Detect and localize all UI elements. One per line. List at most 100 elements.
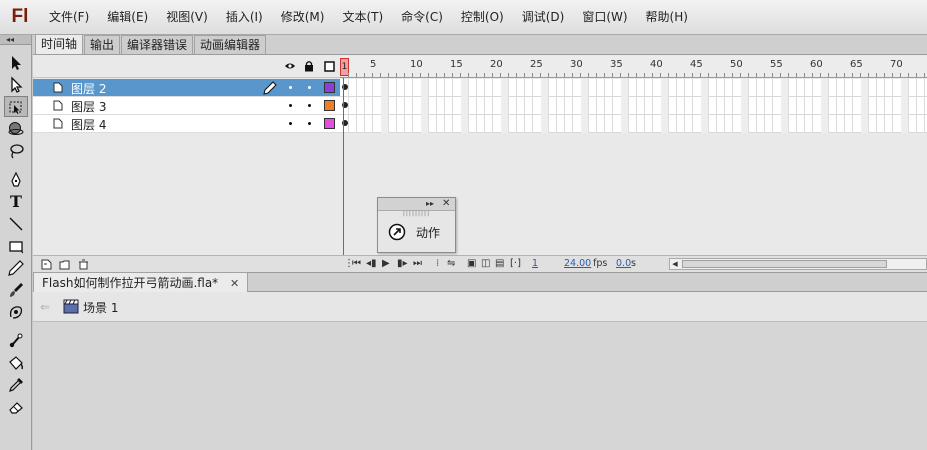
frame-cell[interactable] — [556, 97, 557, 115]
scroll-thumb[interactable] — [682, 260, 887, 268]
frame-cell[interactable] — [676, 79, 677, 97]
frame-cell[interactable] — [708, 97, 709, 115]
frame-cell[interactable] — [676, 115, 677, 133]
frame-cell[interactable] — [604, 79, 605, 97]
frame-cell[interactable] — [612, 79, 613, 97]
frame-cell[interactable] — [484, 115, 485, 133]
frame-cell[interactable] — [364, 97, 365, 115]
frame-cell[interactable] — [908, 115, 909, 133]
frame-cell[interactable] — [852, 97, 853, 115]
menu-text[interactable]: 文本(T) — [333, 0, 392, 35]
frame-cell[interactable] — [572, 97, 573, 115]
frame-cell[interactable] — [701, 79, 708, 97]
frame-cell[interactable] — [468, 79, 469, 97]
frame-cell[interactable] — [588, 97, 589, 115]
frame-cell[interactable] — [404, 115, 405, 133]
frame-cell[interactable] — [868, 79, 869, 97]
frame-cell[interactable] — [772, 115, 773, 133]
frame-cell[interactable] — [876, 115, 877, 133]
frame-cell[interactable] — [548, 97, 549, 115]
tab-motion-editor[interactable]: 动画编辑器 — [194, 35, 267, 54]
layer-color-swatch[interactable] — [324, 82, 335, 93]
frame-cell[interactable] — [892, 79, 893, 97]
frame-cell[interactable] — [532, 79, 533, 97]
frame-cell[interactable] — [421, 79, 428, 97]
frame-cell[interactable] — [724, 115, 725, 133]
frame-cell[interactable] — [364, 79, 365, 97]
frame-cell[interactable] — [901, 115, 908, 133]
frame-cell[interactable] — [541, 97, 548, 115]
actions-button[interactable]: 动作 — [378, 217, 455, 251]
frame-cell[interactable] — [796, 79, 797, 97]
outline-icon[interactable] — [323, 60, 335, 72]
frame-cell[interactable] — [796, 97, 797, 115]
frame-cell[interactable] — [892, 115, 893, 133]
frame-cell[interactable] — [564, 115, 565, 133]
frame-cell[interactable] — [436, 97, 437, 115]
frame-cell[interactable] — [461, 79, 468, 97]
frame-cell[interactable] — [741, 79, 748, 97]
frame-cell[interactable] — [828, 115, 829, 133]
frame-cell[interactable] — [844, 97, 845, 115]
frame-cell[interactable] — [916, 115, 917, 133]
frame-cell[interactable] — [516, 115, 517, 133]
frame-cell[interactable] — [581, 97, 588, 115]
frame-cell[interactable] — [741, 115, 748, 133]
frame-cell[interactable] — [621, 79, 628, 97]
frame-cell[interactable] — [532, 115, 533, 133]
frame-cell[interactable] — [692, 79, 693, 97]
frame-cell[interactable] — [372, 79, 373, 97]
frame-cell[interactable] — [788, 97, 789, 115]
frame-cell[interactable] — [924, 97, 925, 115]
frame-cell[interactable] — [668, 115, 669, 133]
frame-cell[interactable] — [644, 115, 645, 133]
frame-cell[interactable] — [516, 79, 517, 97]
selection-tool-icon[interactable] — [4, 52, 28, 73]
frame-cell[interactable] — [621, 115, 628, 133]
stage-area[interactable] — [33, 322, 927, 450]
frame-cell[interactable] — [684, 115, 685, 133]
frame-cell[interactable] — [868, 115, 869, 133]
frame-cell[interactable] — [708, 79, 709, 97]
frame-cell[interactable] — [636, 115, 637, 133]
frame-cell[interactable] — [836, 79, 837, 97]
elapsed-time-value[interactable]: 0.0 — [616, 258, 631, 269]
frame-cell[interactable] — [852, 115, 853, 133]
frame-cell[interactable] — [572, 79, 573, 97]
3d-rotation-tool-icon[interactable] — [4, 118, 28, 139]
frame-cell[interactable] — [781, 79, 788, 97]
frame-cell[interactable] — [628, 115, 629, 133]
frame-cell[interactable] — [452, 97, 453, 115]
frame-cell[interactable] — [684, 79, 685, 97]
frame-cell[interactable] — [661, 97, 668, 115]
frame-cell[interactable] — [804, 97, 805, 115]
frame-cell[interactable] — [684, 97, 685, 115]
frame-row-layer-2[interactable] — [340, 79, 927, 97]
current-frame-value[interactable]: 1 — [532, 258, 538, 269]
frame-cell[interactable] — [501, 79, 508, 97]
frame-cell[interactable] — [661, 115, 668, 133]
frame-cell[interactable] — [884, 115, 885, 133]
frame-cell[interactable] — [716, 79, 717, 97]
paint-bucket-tool-icon[interactable] — [4, 352, 28, 373]
frame-ruler[interactable]: 1 5 10 15 20 25 30 35 40 45 50 55 60 65 … — [340, 56, 927, 78]
menu-commands[interactable]: 命令(C) — [392, 0, 452, 35]
frame-cell[interactable] — [661, 79, 668, 97]
frame-cell[interactable] — [356, 115, 357, 133]
frame-cell[interactable] — [756, 115, 757, 133]
frame-cell[interactable] — [476, 79, 477, 97]
frame-cell[interactable] — [748, 79, 749, 97]
frame-cell[interactable] — [876, 97, 877, 115]
new-layer-icon[interactable] — [41, 259, 52, 270]
menu-window[interactable]: 窗口(W) — [573, 0, 636, 35]
frame-cell[interactable] — [396, 79, 397, 97]
frame-cell[interactable] — [356, 79, 357, 97]
frame-cell[interactable] — [821, 115, 828, 133]
frame-cell[interactable] — [821, 97, 828, 115]
frame-cell[interactable] — [428, 115, 429, 133]
frame-cell[interactable] — [748, 97, 749, 115]
onion-outlines-icon[interactable]: ◫ — [481, 258, 490, 269]
menu-view[interactable]: 视图(V) — [157, 0, 217, 35]
eraser-tool-icon[interactable] — [4, 396, 28, 417]
onion-skin-icon[interactable]: ▣ — [467, 258, 476, 269]
